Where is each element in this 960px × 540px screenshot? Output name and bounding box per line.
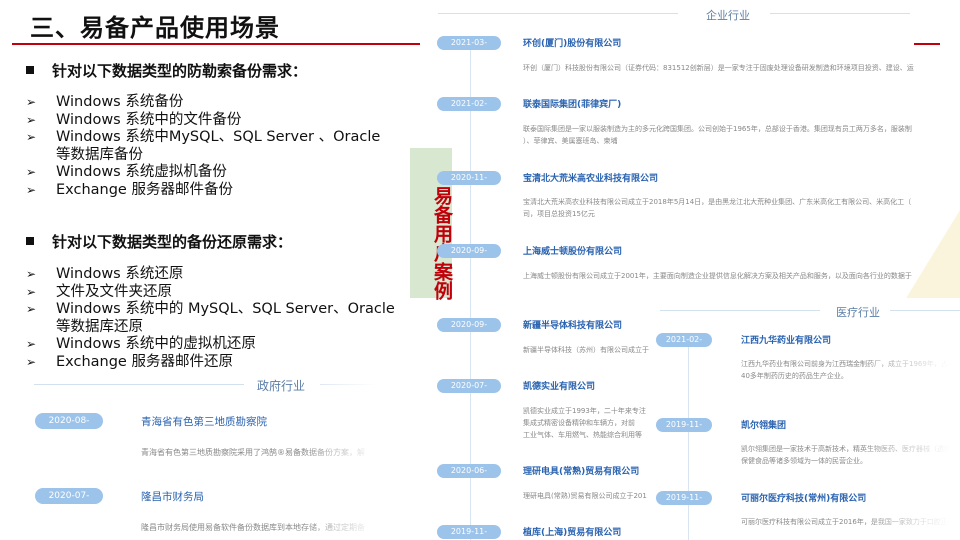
list-item: ➢ Windows 系统备份 — [26, 94, 184, 110]
list-item: ➢ Exchange 服务器邮件还原 — [26, 353, 233, 370]
case-description-cont: 集成式精密设备精钟和车辆方，对前 — [523, 419, 635, 427]
case-company-link[interactable]: 联泰国际集团(菲律宾厂) — [523, 97, 621, 110]
case-company-link[interactable]: 理研电具(常熟)贸易有限公司 — [523, 464, 639, 477]
arrow-bullet-icon: ➢ — [26, 112, 37, 127]
decorative-triangle — [905, 210, 960, 300]
arrow-bullet-icon: ➢ — [26, 165, 37, 179]
case-company-link[interactable]: 植库(上海)贸易有限公司 — [523, 525, 621, 538]
case-company-link[interactable]: 江西九华药业有限公司 — [741, 333, 831, 346]
case-date-pill: 2019-11- — [656, 418, 712, 432]
list-item: ➢ Windows 系统虚拟机备份 — [26, 164, 227, 180]
title-underline — [12, 43, 420, 45]
case-description: 上海威士顿股份有限公司成立于2001年，主要面向制造企业提供信息化解决方案及相关… — [523, 272, 912, 280]
arrow-bullet-icon: ➢ — [26, 130, 37, 144]
arrow-bullet-icon: ➢ — [26, 267, 37, 281]
case-description-cont: ）、菲律宾、美属塞班岛、柬埔 — [523, 137, 618, 145]
case-description-cont: 工业气体、车用燃气、热能综合利用等 — [523, 431, 642, 439]
case-date-pill: 2020-07- — [35, 488, 103, 504]
case-company-link[interactable]: 新疆半导体科技有限公司 — [523, 318, 622, 331]
case-company-link[interactable]: 凯德实业有限公司 — [523, 379, 595, 392]
gov-divider-left — [34, 384, 244, 385]
med-section-label: 医疗行业 — [836, 306, 880, 319]
case-date-pill: 2020-08- — [35, 413, 103, 429]
arrow-bullet-icon: ➢ — [26, 284, 37, 299]
section1-list: ➢ Windows 系统备份 ➢ Windows 系统中的文件备份 ➢ Windows… — [26, 94, 380, 199]
list-item: ➢ Windows 系统中的 MySQL、SQL Server、Oracle — [26, 301, 395, 317]
gov-fade-overlay — [300, 380, 410, 540]
case-company-link[interactable]: 可丽尔医疗科技(常州)有限公司 — [741, 491, 866, 504]
case-description: 联泰国际集团是一家以服装制造为主的多元化跨国集团。公司创始于1965年，总部设于… — [523, 125, 912, 133]
case-description-cont: 司，项目总投资15亿元 — [523, 210, 595, 218]
arrow-bullet-icon: ➢ — [26, 182, 37, 197]
case-description: 宝清北大荒米高农业科技有限公司成立于2018年5月14日，是由黑龙江北大荒种业集… — [523, 198, 912, 206]
case-company-link[interactable]: 上海威士顿股份有限公司 — [523, 244, 622, 257]
case-date-pill: 2019-11- — [437, 525, 501, 539]
case-date-pill: 2020-06- — [437, 464, 501, 478]
case-description: 新疆半导体科技（苏州）有限公司成立于 — [523, 346, 649, 354]
list-item: ➢ Windows 系统还原 — [26, 266, 184, 282]
ent-section-label: 企业行业 — [706, 9, 750, 22]
case-date-pill: 2021-02- — [437, 97, 501, 111]
case-description: 凯德实业成立于1993年，二十年来专注 — [523, 407, 646, 415]
arrow-bullet-icon: ➢ — [26, 354, 37, 369]
list-item: ➢ Windows 系统中的文件备份 — [26, 111, 242, 128]
list-item: ➢ Windows 系统中的虚拟机还原 — [26, 336, 256, 352]
med-fade-overlay — [860, 330, 960, 540]
case-date-pill: 2020-07- — [437, 379, 501, 393]
med-divider-right — [890, 310, 960, 311]
arrow-bullet-icon: ➢ — [26, 95, 37, 109]
case-company-link[interactable]: 隆昌市财务局 — [141, 489, 204, 504]
ent-divider-right — [770, 13, 910, 14]
case-date-pill: 2020-09- — [437, 318, 501, 332]
med-divider-left — [660, 310, 820, 311]
case-company-link[interactable]: 环创(厦门)股份有限公司 — [523, 36, 621, 49]
section2-list: ➢ Windows 系统还原 ➢ 文件及文件夹还原 ➢ Windows 系统中的 My… — [26, 266, 395, 371]
case-description: 环创（厦门）科技股份有限公司（证券代码：831512创新层）是一家专注于固废处理… — [523, 64, 914, 72]
case-company-link[interactable]: 凯尔翎集团 — [741, 418, 786, 431]
arrow-bullet-icon: ➢ — [26, 337, 37, 351]
case-description: 理研电具(常熟)贸易有限公司成立于201 — [523, 492, 647, 500]
case-date-pill: 2020-11- — [437, 171, 501, 185]
case-company-link[interactable]: 宝清北大荒米高农业科技有限公司 — [523, 171, 658, 184]
slide-title: 三、易备产品使用场景 — [30, 14, 280, 42]
list-item: ➢ 文件及文件夹还原 — [26, 283, 172, 300]
list-item-continuation: 等数据库还原 — [56, 318, 143, 335]
list-item: ➢ Windows 系统中MySQL、SQL Server 、Oracle — [26, 129, 381, 145]
square-bullet-icon — [26, 65, 34, 74]
case-date-pill: 2019-11- — [656, 491, 712, 505]
section1-heading: 针对以下数据类型的防勒索备份需求： — [26, 60, 307, 81]
case-company-link[interactable]: 青海省有色第三地质勘察院 — [141, 414, 267, 429]
case-date-pill: 2021-02- — [656, 333, 712, 347]
gov-section-label: 政府行业 — [257, 379, 306, 393]
list-item-continuation: 等数据库备份 — [56, 146, 143, 163]
case-date-pill: 2020-09- — [437, 244, 501, 258]
med-timeline — [688, 345, 689, 540]
list-item: ➢ Exchange 服务器邮件备份 — [26, 181, 233, 198]
title-underline-right — [914, 43, 940, 45]
arrow-bullet-icon: ➢ — [26, 302, 37, 316]
section2-heading: 针对以下数据类型的备份还原需求： — [26, 231, 292, 252]
ent-divider-left — [438, 13, 678, 14]
square-bullet-icon — [26, 236, 34, 245]
vertical-tag-label: 易备用户案例 — [431, 186, 453, 300]
case-date-pill: 2021-03- — [437, 36, 501, 50]
